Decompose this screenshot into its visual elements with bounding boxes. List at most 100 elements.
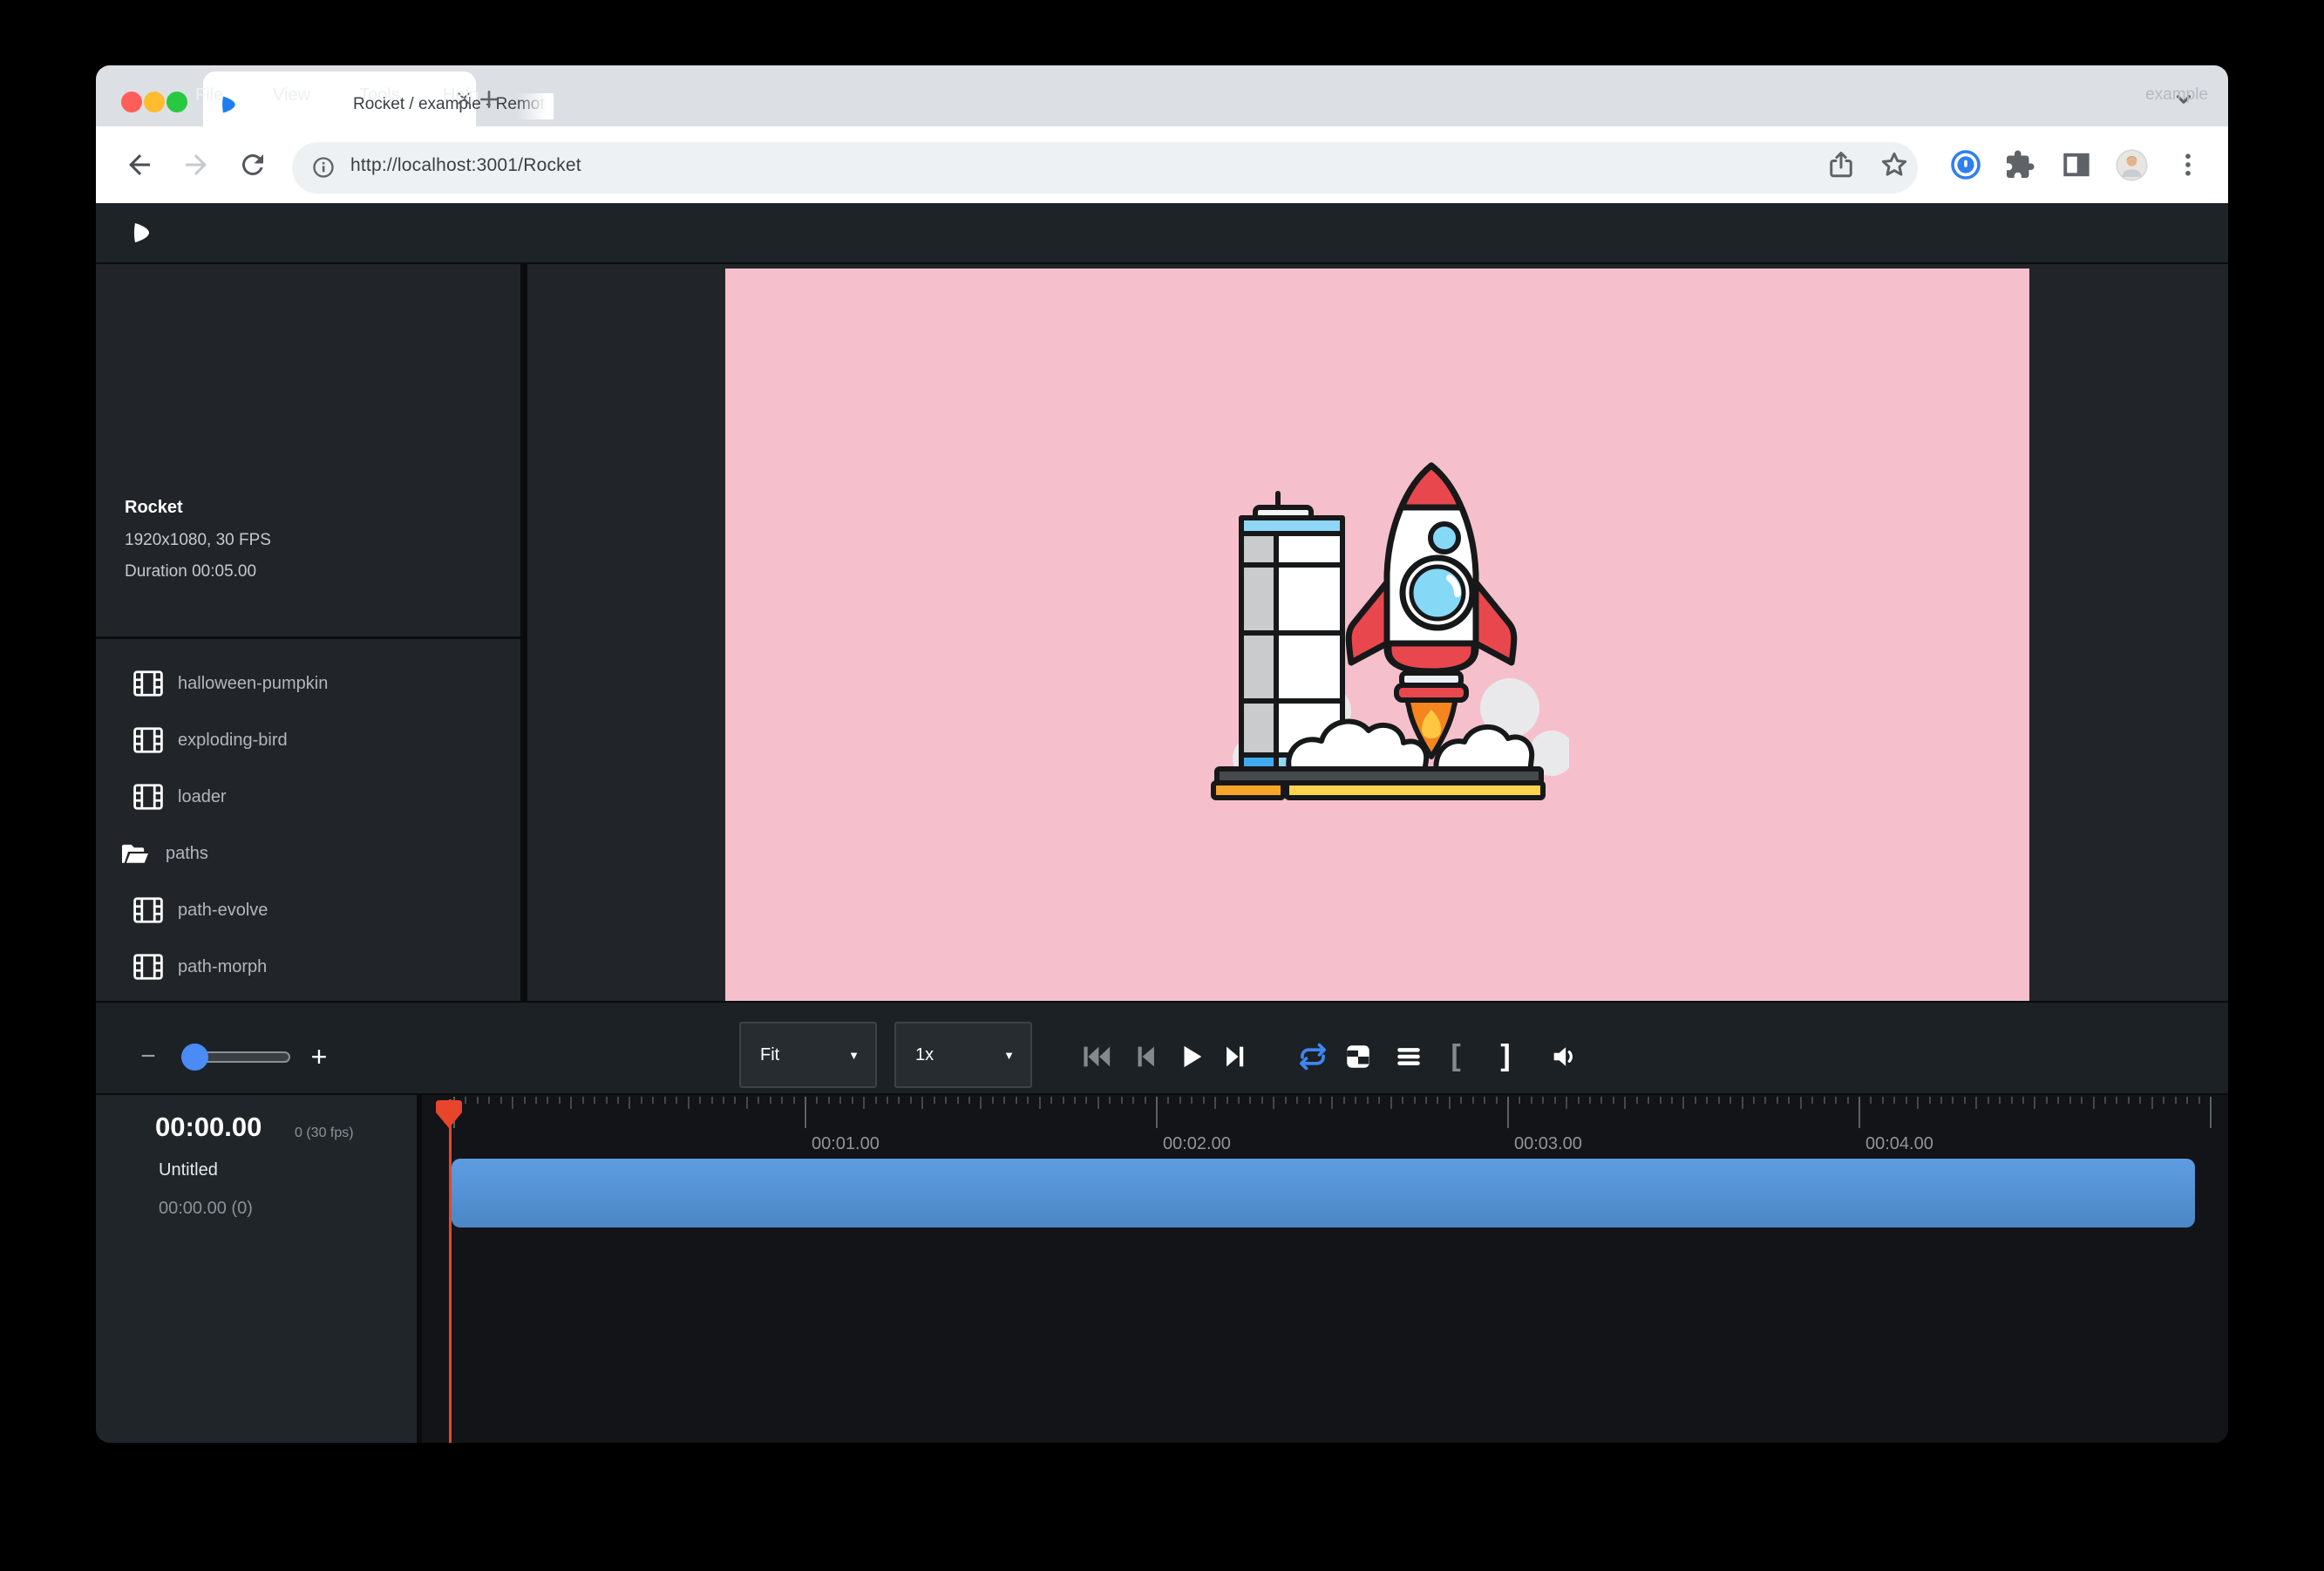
ruler-tick — [1964, 1097, 1966, 1104]
ruler-tick — [746, 1097, 748, 1109]
next-frame-icon[interactable] — [1218, 1042, 1253, 1071]
sidebar-item-composition[interactable]: exploding-bird — [96, 712, 520, 768]
ruler-tick — [2139, 1097, 2141, 1104]
ruler-tick — [617, 1097, 619, 1104]
ruler-tick — [1085, 1097, 1087, 1104]
extensions-puzzle-icon[interactable] — [2004, 149, 2035, 180]
menu-file[interactable]: File — [183, 65, 235, 125]
bookmark-star-icon[interactable] — [1879, 149, 1910, 180]
ruler-tick — [1870, 1097, 1872, 1104]
previous-frame-icon[interactable] — [1128, 1042, 1163, 1071]
ruler-tick — [723, 1097, 724, 1104]
timeline-divider[interactable] — [417, 1095, 422, 1443]
ruler-tick — [945, 1097, 947, 1104]
ruler-tick — [1191, 1097, 1193, 1104]
ruler-tick — [606, 1097, 608, 1104]
composition-name: Rocket — [125, 498, 183, 518]
url-text[interactable]: http://localhost:3001/Rocket — [350, 155, 581, 176]
ruler-tick — [1624, 1097, 1626, 1109]
ruler-tick — [1636, 1097, 1638, 1104]
loop-icon[interactable] — [1295, 1042, 1330, 1071]
ruler-tick — [2151, 1097, 2153, 1109]
site-info-icon[interactable] — [311, 155, 336, 180]
skip-to-start-icon[interactable] — [1080, 1042, 1115, 1071]
composition-format: 1920x1080, 30 FPS — [125, 531, 271, 550]
ruler-tick — [1519, 1097, 1520, 1104]
current-frame-display: 0 (30 fps) — [295, 1126, 354, 1141]
canvas-size-dropdown[interactable]: Fit ▼ — [739, 1022, 877, 1088]
ruler-tick — [1027, 1097, 1029, 1104]
ruler-tick — [1975, 1097, 1977, 1109]
ruler-tick — [1648, 1097, 1649, 1104]
film-icon — [133, 897, 163, 923]
ruler-tick — [1039, 1097, 1041, 1109]
ruler-tick — [1261, 1097, 1263, 1104]
in-point-bracket-icon[interactable]: [ — [1444, 1036, 1468, 1076]
minimize-window-button[interactable] — [144, 92, 165, 112]
ruler-tick — [1296, 1097, 1298, 1104]
menu-tools[interactable]: Tools — [347, 65, 412, 125]
side-panel-extension-icon[interactable] — [2061, 149, 2092, 180]
ruler-tick — [465, 1097, 466, 1104]
ruler-tick — [664, 1097, 666, 1104]
sidebar-divider — [96, 636, 520, 639]
ruler-tick — [1331, 1097, 1333, 1109]
zoom-slider-knob[interactable] — [181, 1044, 208, 1071]
back-icon[interactable] — [124, 149, 155, 180]
sidebar-folder-label: paths — [166, 844, 208, 864]
ruler-tick — [1542, 1097, 1544, 1104]
ruler-tick — [2057, 1097, 2059, 1104]
onepassword-extension-icon[interactable] — [1950, 149, 1981, 180]
reload-icon[interactable] — [237, 149, 268, 180]
folder-open-icon — [119, 840, 151, 867]
ruler-tick — [1578, 1097, 1580, 1104]
out-point-bracket-icon[interactable]: ] — [1493, 1036, 1518, 1076]
ruler-tick — [2198, 1097, 2200, 1104]
sidebar-preview-divider[interactable] — [520, 264, 527, 1001]
ruler-tick — [559, 1097, 561, 1104]
ruler-tick — [1285, 1097, 1287, 1104]
ruler-tick — [839, 1097, 841, 1104]
ruler-tick — [1156, 1097, 1158, 1128]
play-icon[interactable] — [1174, 1042, 1209, 1071]
forward-icon[interactable] — [180, 149, 212, 180]
sidebar-item-composition[interactable]: path-morph — [96, 939, 520, 995]
menu-view[interactable]: View — [261, 65, 323, 125]
ruler-tick — [1414, 1097, 1416, 1104]
ruler-tick — [1753, 1097, 1755, 1104]
ruler-tick — [1729, 1097, 1731, 1104]
profile-avatar[interactable] — [2116, 149, 2148, 181]
timeline-rows-icon[interactable] — [1391, 1042, 1426, 1071]
zoom-out-button[interactable]: − — [133, 1039, 164, 1074]
ruler-label: 00:01.00 — [812, 1134, 880, 1154]
sidebar-item-composition[interactable]: halloween-pumpkin — [96, 656, 520, 711]
browser-menu-kebab-icon[interactable] — [2172, 149, 2204, 180]
ruler-tick — [699, 1097, 701, 1104]
zoom-in-button[interactable]: + — [303, 1039, 335, 1074]
sidebar-folder[interactable]: paths — [96, 826, 520, 881]
share-icon[interactable] — [1825, 149, 1857, 180]
ruler-tick — [1742, 1097, 1743, 1109]
volume-icon[interactable] — [1546, 1042, 1581, 1071]
ruler-tick — [1882, 1097, 1884, 1104]
sidebar-item-composition[interactable]: path-evolve — [96, 882, 520, 938]
sidebar-item-composition[interactable]: loader — [96, 769, 520, 825]
timeline-track[interactable] — [452, 1159, 2195, 1228]
playhead-marker[interactable] — [434, 1098, 464, 1130]
current-time-display: 00:00.00 — [155, 1112, 262, 1143]
ruler-tick — [2093, 1097, 2095, 1109]
video-canvas[interactable] — [725, 269, 2029, 1003]
ruler-tick — [652, 1097, 654, 1104]
film-icon — [133, 670, 163, 697]
transparency-checkerboard-icon[interactable] — [1341, 1042, 1376, 1071]
playhead-line[interactable] — [449, 1099, 452, 1443]
ruler-tick — [688, 1097, 690, 1109]
project-name-label: example — [2145, 65, 2208, 125]
close-window-button[interactable] — [121, 92, 142, 112]
ruler-tick — [1847, 1097, 1849, 1104]
ruler-tick — [1378, 1097, 1380, 1104]
ruler-tick — [1016, 1097, 1017, 1104]
sidebar-item-label: halloween-pumpkin — [178, 674, 328, 694]
menu-help[interactable]: Help — [431, 65, 491, 125]
playback-speed-dropdown[interactable]: 1x ▼ — [894, 1022, 1032, 1088]
